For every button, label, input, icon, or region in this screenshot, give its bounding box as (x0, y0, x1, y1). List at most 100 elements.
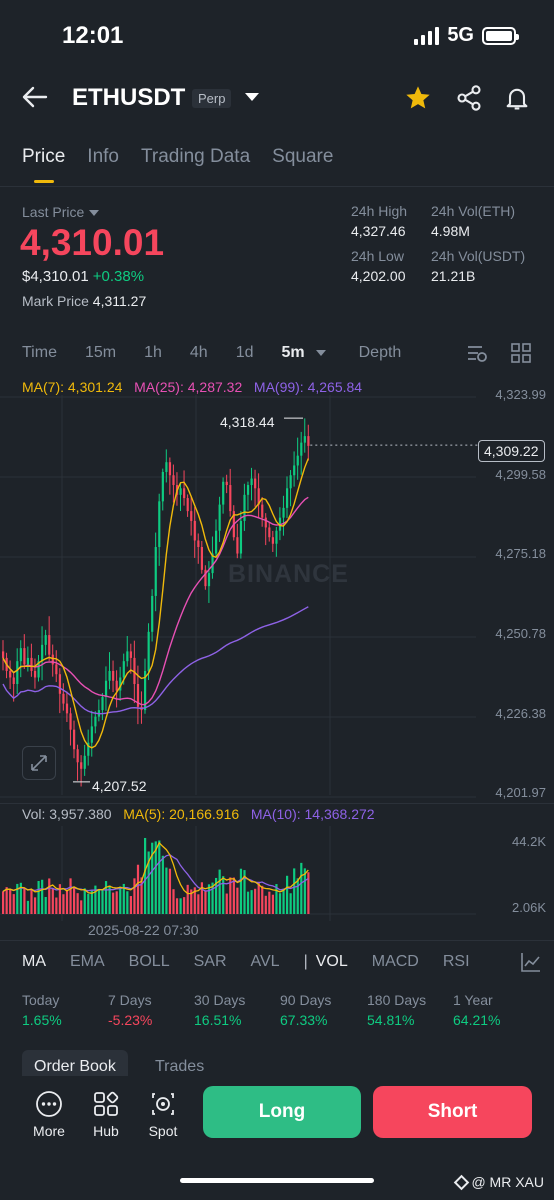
ind-tab-ema[interactable]: EMA (70, 953, 105, 971)
ind-tab-avl[interactable]: AVL (251, 953, 280, 971)
candle-body (69, 713, 72, 730)
volume-bar (26, 900, 30, 914)
candle-body (151, 595, 154, 632)
volume-bar (69, 878, 72, 914)
volume-bar (154, 841, 157, 914)
symbol-title[interactable]: ETHUSDT (72, 84, 185, 112)
vol-ma10-value: MA(10): 14,368.272 (250, 806, 375, 822)
candle-body (19, 648, 22, 662)
candle-body (190, 511, 193, 521)
chevron-down-icon[interactable] (316, 350, 326, 356)
candle-body (108, 670, 111, 681)
binance-logo-icon (454, 1174, 470, 1190)
time-axis-label: 2025-08-22 07:30 (88, 922, 199, 938)
chart-line-icon[interactable] (520, 951, 542, 978)
more-button[interactable]: More (29, 1090, 69, 1139)
volume-bar (144, 837, 147, 914)
star-icon[interactable] (404, 84, 432, 117)
candle-body (158, 501, 161, 548)
volume-bar (246, 891, 250, 914)
volume-bar (104, 881, 108, 914)
hub-icon (94, 1091, 119, 1116)
volume-bar (80, 900, 83, 914)
volume-bar (296, 878, 299, 914)
vol-eth-value: 4.98M (431, 223, 470, 239)
ind-tab-macd[interactable]: MACD (372, 953, 419, 971)
performance-label: 7 Days (108, 992, 152, 1008)
volume-axis-label: 44.2K (512, 834, 546, 849)
interval-15m[interactable]: 15m (85, 344, 116, 362)
hub-button[interactable]: Hub (86, 1090, 126, 1139)
volume-bar (129, 896, 132, 914)
ind-tab-ma[interactable]: MA (22, 953, 46, 971)
chevron-down-icon[interactable] (245, 93, 259, 101)
tab-price[interactable]: Price (22, 146, 65, 168)
signal-icon (414, 26, 440, 45)
volume-value: Vol: 3,957.380 (22, 806, 112, 822)
price-chart[interactable] (0, 395, 554, 805)
volume-bar (126, 891, 129, 914)
mark-price-row: Mark Price 4,311.27 (22, 293, 146, 309)
home-indicator[interactable] (180, 1178, 374, 1183)
vol-usdt-value: 21.21B (431, 268, 476, 284)
change-percent: +0.38% (92, 268, 145, 285)
volume-bar (271, 894, 274, 914)
candle-body (239, 520, 243, 554)
candle-body (126, 651, 129, 662)
candle-body (293, 465, 296, 476)
candle-body (16, 661, 19, 685)
caret-down-icon (89, 210, 100, 217)
volume-bar (161, 855, 164, 914)
candle-body (193, 520, 196, 541)
candle-body (112, 670, 115, 681)
vol-ma5-value: MA(5): 20,166.916 (123, 806, 240, 822)
volume-bar (225, 893, 228, 914)
candle-body (26, 657, 30, 665)
candle-body (183, 488, 186, 499)
indicator-settings-icon[interactable] (466, 342, 488, 369)
interval-5m[interactable]: 5m (281, 344, 304, 362)
volume-bar (257, 881, 260, 914)
back-arrow-icon[interactable] (22, 86, 48, 113)
spot-label: Spot (148, 1123, 178, 1139)
last-price-label[interactable]: Last Price (22, 204, 100, 220)
tab-square[interactable]: Square (272, 146, 333, 168)
volume-bar (186, 884, 189, 914)
interval-1d[interactable]: 1d (236, 344, 254, 362)
volume-bar (44, 896, 47, 914)
trades-tab[interactable]: Trades (155, 1058, 204, 1076)
volume-bar (76, 893, 79, 914)
tab-trading-data[interactable]: Trading Data (141, 146, 250, 168)
ind-tab-boll[interactable]: BOLL (129, 953, 170, 971)
short-button[interactable]: Short (373, 1086, 532, 1138)
volume-bar (239, 868, 243, 914)
ind-tab-sar[interactable]: SAR (194, 953, 227, 971)
ind-tab-vol[interactable]: VOL (316, 953, 348, 971)
tab-info[interactable]: Info (87, 146, 119, 168)
expand-chart-button[interactable] (22, 746, 56, 780)
ind-tab-rsi[interactable]: RSI (443, 953, 470, 971)
long-button[interactable]: Long (203, 1086, 361, 1138)
candle-body (197, 540, 200, 548)
candle-body (264, 517, 267, 528)
volume-bar (218, 869, 221, 914)
perp-badge: Perp (192, 89, 232, 108)
volume-bar (90, 890, 93, 914)
volume-bar (83, 888, 86, 914)
layout-grid-icon[interactable] (510, 342, 532, 369)
interval-4h[interactable]: 4h (190, 344, 208, 362)
candle-body (122, 661, 125, 678)
volume-chart[interactable] (0, 826, 554, 921)
volume-bar (222, 876, 225, 914)
interval-1h[interactable]: 1h (144, 344, 162, 362)
interval-time[interactable]: Time (22, 344, 57, 362)
volume-bar (175, 898, 179, 914)
candle-body (286, 488, 289, 508)
volume-bar (204, 890, 207, 914)
interval-depth[interactable]: Depth (359, 344, 402, 362)
spot-button[interactable]: Spot (143, 1090, 183, 1139)
volume-bar (12, 894, 15, 914)
share-icon[interactable] (455, 84, 483, 117)
vol-usdt-label: 24h Vol(USDT) (431, 248, 526, 264)
bell-icon[interactable] (503, 84, 531, 117)
